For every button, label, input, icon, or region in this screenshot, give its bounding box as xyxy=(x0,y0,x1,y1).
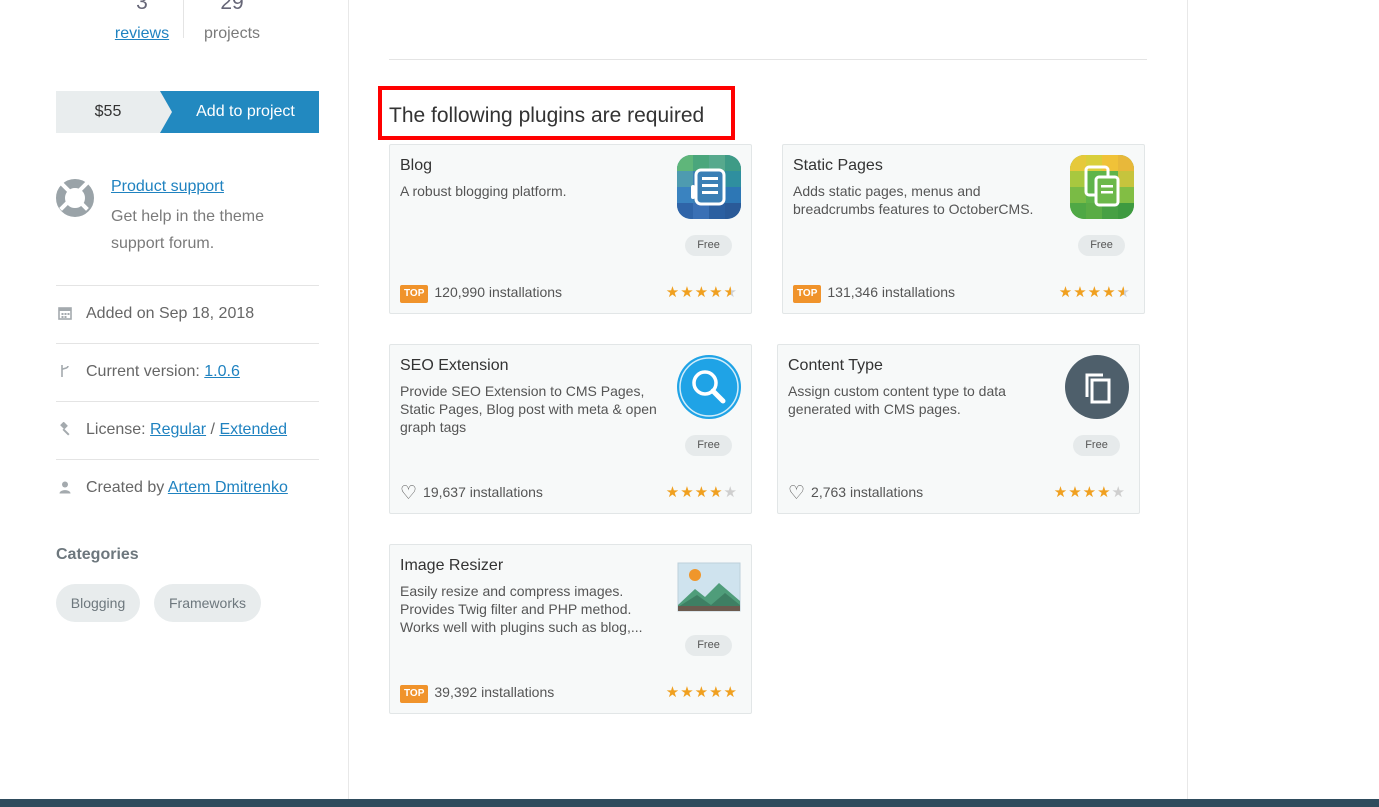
projects-stat: 29 projects xyxy=(200,0,264,45)
heart-icon[interactable]: ♡ xyxy=(788,484,805,503)
installations-count: 2,763 installations xyxy=(811,484,924,500)
installations: ♡ 19,637 installations xyxy=(400,484,543,503)
plugin-name[interactable]: Image Resizer xyxy=(400,557,503,575)
section-divider xyxy=(389,59,1147,60)
plugin-description: Assign custom content type to data gener… xyxy=(788,383,1006,417)
installations-count: 131,346 installations xyxy=(827,284,956,300)
image-icon xyxy=(677,555,741,619)
plugin-name[interactable]: Blog xyxy=(400,157,432,175)
price-badge: Free xyxy=(1078,235,1125,256)
projects-label: projects xyxy=(203,25,261,42)
add-to-project-button[interactable]: Add to project xyxy=(160,91,319,133)
plugin-description: Adds static pages, menus and breadcrumbs… xyxy=(793,183,1034,217)
top-badge: TOP xyxy=(400,685,429,703)
plugin-description: Easily resize and compress images. Provi… xyxy=(400,583,643,635)
branch-icon xyxy=(58,364,72,378)
license-extended-link[interactable]: Extended xyxy=(219,421,287,438)
rating-stars: ★★★★★ xyxy=(1058,284,1131,301)
reviews-stat[interactable]: 3 reviews xyxy=(114,0,170,45)
license-row: License: Regular / Extended xyxy=(56,401,319,459)
installations: TOP 131,346 installations xyxy=(793,284,955,303)
author-stats: 3 reviews 29 projects xyxy=(114,0,274,52)
left-column-divider xyxy=(348,0,349,800)
plugin-card-image-resizer[interactable]: Image Resizer Easily resize and compress… xyxy=(389,544,752,714)
category-chip-frameworks[interactable]: Frameworks xyxy=(154,584,261,622)
rating-stars: ★★★★★ xyxy=(665,284,738,301)
author-row: Created by Artem Dmitrenko xyxy=(56,459,319,517)
added-date-row: Added on Sep 18, 2018 xyxy=(56,285,319,343)
installations: TOP 39,392 installations xyxy=(400,684,554,703)
reviews-link[interactable]: reviews xyxy=(114,23,170,45)
lifebuoy-icon xyxy=(56,179,94,217)
purchase-box: $55 Add to project xyxy=(56,91,319,133)
stats-divider xyxy=(183,0,184,38)
static-pages-icon xyxy=(1070,155,1134,219)
copy-icon xyxy=(1065,355,1129,419)
support-description: Get help in the theme support forum. xyxy=(111,208,264,252)
license-text: License: Regular / Extended xyxy=(86,421,287,439)
calendar-icon xyxy=(58,306,72,320)
footer-bar xyxy=(0,799,1379,807)
version-text: Current version: 1.0.6 xyxy=(86,363,240,381)
heart-icon[interactable]: ♡ xyxy=(400,484,417,503)
gavel-icon xyxy=(58,421,72,436)
installations-count: 120,990 installations xyxy=(434,284,563,300)
product-support-link[interactable]: Product support xyxy=(111,178,224,196)
rating-stars: ★★★★★ xyxy=(1053,484,1126,501)
right-column-divider xyxy=(1187,0,1188,800)
blog-icon xyxy=(677,155,741,219)
plugin-name[interactable]: Static Pages xyxy=(793,157,883,175)
price-badge: Free xyxy=(685,435,732,456)
page: 3 reviews 29 projects $55 Add to project… xyxy=(0,0,1379,807)
author-link[interactable]: Artem Dmitrenko xyxy=(168,479,288,496)
version-link[interactable]: 1.0.6 xyxy=(204,363,240,380)
plugin-card-blog[interactable]: Blog A robust blogging platform. Free TO… xyxy=(389,144,752,314)
created-prefix: Created by xyxy=(86,479,165,496)
top-badge: TOP xyxy=(400,285,429,303)
plugin-card-seo-extension[interactable]: SEO Extension Provide SEO Extension to C… xyxy=(389,344,752,514)
price-badge: Free xyxy=(685,635,732,656)
plugin-card-static-pages[interactable]: Static Pages Adds static pages, menus an… xyxy=(782,144,1145,314)
price-badge: Free xyxy=(1073,435,1120,456)
version-prefix: Current version: xyxy=(86,363,200,380)
user-icon xyxy=(58,480,72,494)
installations: TOP 120,990 installations xyxy=(400,284,562,303)
top-badge: TOP xyxy=(793,285,822,303)
highlight-box xyxy=(378,86,735,140)
price-badge: Free xyxy=(685,235,732,256)
license-regular-link[interactable]: Regular xyxy=(150,421,206,438)
license-prefix: License: xyxy=(86,421,146,438)
plugin-card-content-type[interactable]: Content Type Assign custom content type … xyxy=(777,344,1140,514)
installations: ♡ 2,763 installations xyxy=(788,484,924,503)
rating-stars: ★★★★★ xyxy=(665,484,738,501)
installations-count: 19,637 installations xyxy=(423,484,543,500)
projects-count: 29 xyxy=(220,0,244,14)
added-date: Added on Sep 18, 2018 xyxy=(86,305,255,322)
plugin-name[interactable]: Content Type xyxy=(788,357,883,375)
rating-stars: ★★★★★ xyxy=(665,684,738,701)
plugin-description: Provide SEO Extension to CMS Pages, Stat… xyxy=(400,383,657,435)
installations-count: 39,392 installations xyxy=(434,684,555,700)
magnifier-icon xyxy=(677,355,741,419)
price-label: $55 xyxy=(56,91,160,133)
categories-title: Categories xyxy=(56,546,139,563)
author-text: Created by Artem Dmitrenko xyxy=(86,479,288,497)
category-chip-blogging[interactable]: Blogging xyxy=(56,584,140,622)
reviews-count: 3 xyxy=(136,0,148,14)
plugin-name[interactable]: SEO Extension xyxy=(400,357,509,375)
version-row: Current version: 1.0.6 xyxy=(56,343,319,401)
license-separator: / xyxy=(210,421,215,438)
plugin-description: A robust blogging platform. xyxy=(400,183,567,199)
